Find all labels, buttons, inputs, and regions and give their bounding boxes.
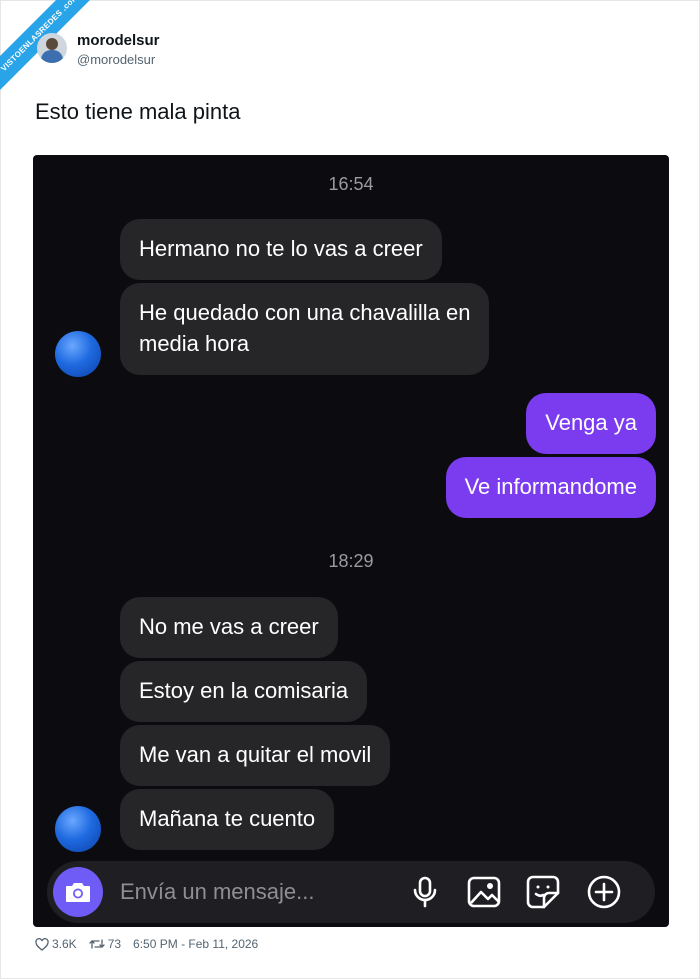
- retweet-count: 73: [107, 937, 122, 951]
- message-composer[interactable]: Envía un mensaje...: [47, 861, 655, 923]
- message-bubble: Venga ya: [526, 393, 656, 454]
- retweet-icon: [89, 939, 105, 949]
- message-input[interactable]: Envía un mensaje...: [120, 879, 314, 905]
- avatar[interactable]: [37, 33, 67, 63]
- tweet-text: Esto tiene mala pinta: [35, 99, 241, 124]
- camera-icon: [66, 883, 90, 902]
- contact-avatar[interactable]: [55, 331, 101, 377]
- tweet-footer: 3.6K 73 6:50 PM - Feb 11, 2026: [35, 937, 270, 951]
- microphone-icon: [413, 876, 437, 908]
- chat-timestamp: 16:54: [328, 174, 374, 194]
- heart-icon: [35, 937, 49, 951]
- tweet-timestamp[interactable]: 6:50 PM - Feb 11, 2026: [133, 937, 258, 951]
- sticker-button[interactable]: [526, 875, 560, 909]
- chat-screenshot: 16:54 Hermano no te lo vas a creer He qu…: [33, 155, 669, 927]
- add-button[interactable]: [587, 875, 621, 909]
- gallery-button[interactable]: [467, 875, 501, 909]
- retweet-button[interactable]: 73: [89, 937, 121, 951]
- message-bubble: Ve informandome: [445, 457, 656, 518]
- message-bubble: Estoy en la comisaria: [120, 661, 368, 722]
- message-bubble: Hermano no te lo vas a creer: [120, 219, 442, 280]
- tweet-card: VISTOENLASREDES .com morodelsur @morodel…: [0, 0, 700, 979]
- message-bubble: No me vas a creer: [120, 597, 338, 658]
- image-icon: [467, 876, 501, 908]
- user-handle[interactable]: @morodelsur: [77, 52, 155, 67]
- message-bubble: Me van a quitar el movil: [120, 725, 391, 786]
- contact-avatar[interactable]: [55, 806, 101, 852]
- plus-circle-icon: [587, 875, 621, 909]
- message-bubble: Mañana te cuento: [120, 789, 335, 850]
- chat-timestamp: 18:29: [328, 551, 374, 571]
- sticker-icon: [526, 875, 560, 909]
- camera-button[interactable]: [53, 867, 103, 917]
- display-name[interactable]: morodelsur: [77, 32, 160, 49]
- like-count: 3.6K: [52, 937, 77, 951]
- message-bubble: He quedado con una chavalilla en media h…: [120, 283, 490, 375]
- microphone-button[interactable]: [408, 875, 442, 909]
- like-button[interactable]: 3.6K: [35, 937, 77, 951]
